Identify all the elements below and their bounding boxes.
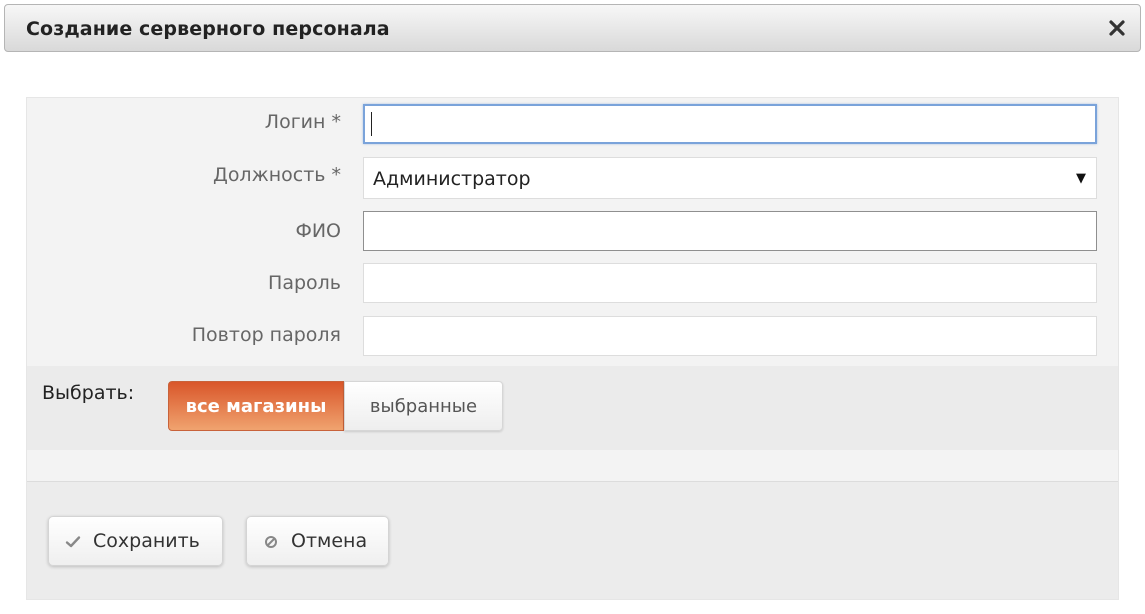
cancel-button[interactable]: Отмена: [246, 516, 389, 566]
ban-icon: [263, 533, 279, 549]
dropdown-arrow-icon: ▼: [1076, 171, 1086, 186]
password-input[interactable]: [363, 263, 1097, 303]
create-staff-dialog: Создание серверного персонала Логин * До…: [0, 0, 1145, 614]
close-icon[interactable]: [1106, 17, 1128, 39]
full-name-label: ФИО: [295, 220, 341, 242]
save-button[interactable]: Сохранить: [48, 516, 223, 566]
all-stores-toggle[interactable]: все магазины: [168, 381, 344, 431]
position-selected-value: Администратор: [373, 168, 531, 190]
store-selector-label: Выбрать:: [42, 382, 135, 404]
dialog-content: Логин * Должность * Администратор ▼ ФИО …: [26, 97, 1119, 600]
login-input[interactable]: [363, 104, 1097, 144]
login-label: Логин *: [264, 111, 341, 133]
full-name-input[interactable]: [363, 211, 1097, 251]
dialog-title: Создание серверного персонала: [26, 18, 390, 40]
text-caret: [371, 112, 372, 136]
staff-form: Логин * Должность * Администратор ▼ ФИО …: [27, 98, 1118, 366]
password-label: Пароль: [268, 272, 341, 294]
check-icon: [65, 533, 81, 549]
form-divider: [27, 450, 1118, 482]
store-selector: Выбрать: все магазины выбранные: [27, 366, 1118, 450]
dialog-titlebar: Создание серверного персонала: [4, 4, 1141, 52]
selected-stores-toggle[interactable]: выбранные: [344, 381, 503, 431]
position-select[interactable]: Администратор ▼: [363, 157, 1097, 199]
dialog-footer: Сохранить Отмена: [27, 482, 1118, 599]
password-repeat-input[interactable]: [363, 316, 1097, 356]
cancel-button-label: Отмена: [291, 530, 368, 552]
save-button-label: Сохранить: [93, 530, 200, 552]
position-label: Должность *: [212, 164, 341, 186]
password-repeat-label: Повтор пароля: [191, 324, 341, 346]
